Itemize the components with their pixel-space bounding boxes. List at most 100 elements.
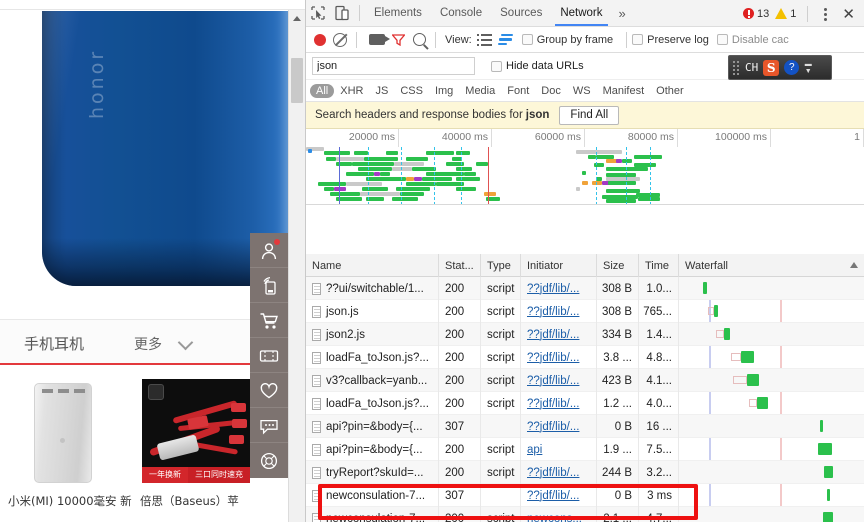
page-scrollbar[interactable] — [288, 10, 305, 522]
close-icon[interactable]: ✕ — [837, 5, 860, 23]
type-filter-media[interactable]: Media — [459, 84, 501, 98]
chevron-down-icon[interactable] — [180, 337, 192, 349]
table-row[interactable]: loadFa_toJson.js?... 200 script ??jdf/lib/.… — [306, 346, 864, 369]
column-header-type[interactable]: Type — [481, 254, 521, 277]
column-header-time[interactable]: Time — [639, 254, 679, 277]
list-view-icon[interactable] — [476, 33, 492, 46]
error-count-badge[interactable]: 13 — [743, 8, 769, 20]
scrollbar-thumb[interactable] — [291, 58, 303, 103]
search-icon[interactable] — [413, 33, 426, 46]
table-row[interactable]: json2.js 200 script ??jdf/lib/... 334 B 1.4..… — [306, 323, 864, 346]
checkbox-box[interactable] — [632, 34, 644, 45]
table-row[interactable]: newconsulation-7... 200 script newcons... 2.… — [306, 507, 864, 522]
initiator-cell-text[interactable]: ??jdf/lib/... — [527, 467, 579, 479]
rail-item-favorites[interactable] — [250, 373, 288, 408]
type-filter-all[interactable]: All — [310, 83, 335, 98]
type-filter-doc[interactable]: Doc — [535, 84, 567, 98]
more-tabs-icon[interactable]: » — [612, 6, 633, 21]
ime-expand-icon[interactable]: ▬ ▼ — [803, 61, 813, 75]
ime-help-icon[interactable]: ? — [784, 60, 800, 75]
sogou-logo-icon[interactable]: S — [763, 59, 780, 76]
ime-language-label[interactable]: CH — [745, 61, 758, 74]
initiator-cell-text[interactable]: ??jdf/lib/... — [527, 375, 579, 387]
rail-item-mobile[interactable] — [250, 268, 288, 303]
find-all-button[interactable]: Find All — [559, 105, 620, 125]
product-card[interactable]: 一年换新 三口同时速充 倍思（Baseus）苹 — [140, 375, 260, 509]
clear-icon[interactable] — [333, 32, 347, 47]
camera-icon[interactable] — [369, 34, 390, 45]
rail-item-user[interactable] — [250, 233, 288, 268]
rail-item-service[interactable] — [250, 443, 288, 478]
record-icon[interactable] — [314, 33, 326, 46]
group-by-frame-checkbox[interactable]: Group by frame — [521, 34, 613, 46]
tab-sources[interactable]: Sources — [491, 0, 551, 26]
column-header-initiator[interactable]: Initiator — [521, 254, 597, 277]
ime-drag-handle[interactable] — [732, 60, 740, 75]
initiator-cell-text[interactable]: ??jdf/lib/... — [527, 398, 579, 410]
table-row[interactable]: json.js 200 script ??jdf/lib/... 308 B 765... — [306, 300, 864, 323]
initiator-cell-text[interactable]: ??jdf/lib/... — [527, 352, 579, 364]
waterfall-view-icon[interactable] — [497, 33, 514, 46]
column-header-label: Size — [603, 259, 625, 272]
scroll-up-arrow-icon[interactable] — [289, 10, 305, 26]
hide-data-urls-checkbox[interactable]: Hide data URLs — [491, 60, 584, 72]
table-row[interactable]: tryReport?skuId=... 200 script ??jdf/lib/..… — [306, 461, 864, 484]
sort-ascending-icon[interactable] — [850, 262, 858, 268]
table-row[interactable]: ??ui/switchable/1... 200 script ??jdf/lib/.… — [306, 277, 864, 300]
rail-item-cart[interactable] — [250, 303, 288, 338]
disable-cache-checkbox[interactable]: Disable cac — [716, 34, 789, 46]
tab-elements[interactable]: Elements — [365, 0, 431, 26]
column-header-waterfall[interactable]: Waterfall — [679, 254, 864, 277]
rail-item-chat[interactable] — [250, 408, 288, 443]
initiator-cell-text[interactable]: ??jdf/lib/... — [527, 306, 579, 318]
funnel-icon[interactable] — [391, 33, 406, 46]
type-filter-other[interactable]: Other — [650, 84, 690, 98]
initiator-cell-text[interactable]: ??jdf/lib/... — [527, 490, 579, 502]
column-header-stat[interactable]: Stat... — [439, 254, 481, 277]
product-hero-image[interactable]: honor — [0, 11, 288, 319]
inspect-element-icon[interactable] — [306, 1, 330, 25]
type-filter-js[interactable]: JS — [369, 84, 394, 98]
initiator-cell-text[interactable]: ??jdf/lib/... — [527, 329, 579, 341]
initiator-cell-text[interactable]: newcons... — [527, 513, 582, 522]
table-row[interactable]: v3?callback=yanb... 200 script ??jdf/lib/..… — [306, 369, 864, 392]
product-card[interactable]: 小米(MI) 10000毫安 新 — [8, 375, 132, 509]
type-filter-font[interactable]: Font — [501, 84, 535, 98]
type-filter-ws[interactable]: WS — [567, 84, 597, 98]
table-row[interactable]: loadFa_toJson.js?... 200 script ??jdf/lib/.… — [306, 392, 864, 415]
request-name-text: json2.js — [326, 328, 365, 341]
category-tab-label[interactable]: 手机耳机 — [24, 333, 84, 354]
type-filter-manifest[interactable]: Manifest — [597, 84, 651, 98]
timeline-dashed-marker — [368, 147, 369, 204]
table-row[interactable]: newconsulation-7... 307 ??jdf/lib/... 0 B 3 … — [306, 484, 864, 507]
timeline-dashed-marker — [434, 147, 435, 204]
type-filter-xhr[interactable]: XHR — [334, 84, 369, 98]
table-row[interactable]: api?pin=&body={... 200 script api 1.9 ... 7.5… — [306, 438, 864, 461]
device-toolbar-icon[interactable] — [330, 1, 354, 25]
column-header-name[interactable]: Name — [306, 254, 439, 277]
preserve-log-checkbox[interactable]: Preserve log — [632, 34, 709, 46]
product-title[interactable]: 小米(MI) 10000毫安 新 — [8, 493, 132, 509]
initiator-cell-text[interactable]: ??jdf/lib/... — [527, 283, 579, 295]
power-bank-image — [34, 383, 92, 483]
checkbox-box[interactable] — [491, 60, 502, 72]
checkbox-box[interactable] — [521, 34, 533, 45]
tab-network[interactable]: Network — [551, 0, 611, 26]
filter-input[interactable] — [312, 57, 475, 75]
type-filter-img[interactable]: Img — [429, 84, 459, 98]
more-categories-label[interactable]: 更多 — [134, 334, 162, 354]
ime-floating-bar[interactable]: CH S ? ▬ ▼ — [728, 55, 832, 80]
tab-console[interactable]: Console — [431, 0, 491, 26]
initiator-cell-text[interactable]: api — [527, 444, 542, 456]
type-filter-css[interactable]: CSS — [394, 84, 429, 98]
checkbox-box[interactable] — [716, 34, 728, 45]
initiator-cell-text[interactable]: ??jdf/lib/... — [527, 421, 579, 433]
more-options-icon[interactable] — [817, 4, 833, 24]
table-body[interactable]: ??ui/switchable/1... 200 script ??jdf/lib/.… — [306, 277, 864, 522]
table-row[interactable]: api?pin=&body={... 307 ??jdf/lib/... 0 B 16 … — [306, 415, 864, 438]
rail-item-coupon[interactable] — [250, 338, 288, 373]
warning-count-badge[interactable]: 1 — [775, 8, 796, 20]
column-header-size[interactable]: Size — [597, 254, 639, 277]
product-title[interactable]: 倍思（Baseus）苹 — [140, 493, 260, 509]
network-timeline-overview[interactable]: 20000 ms 40000 ms 60000 ms 80000 ms 100000 m… — [306, 129, 864, 205]
